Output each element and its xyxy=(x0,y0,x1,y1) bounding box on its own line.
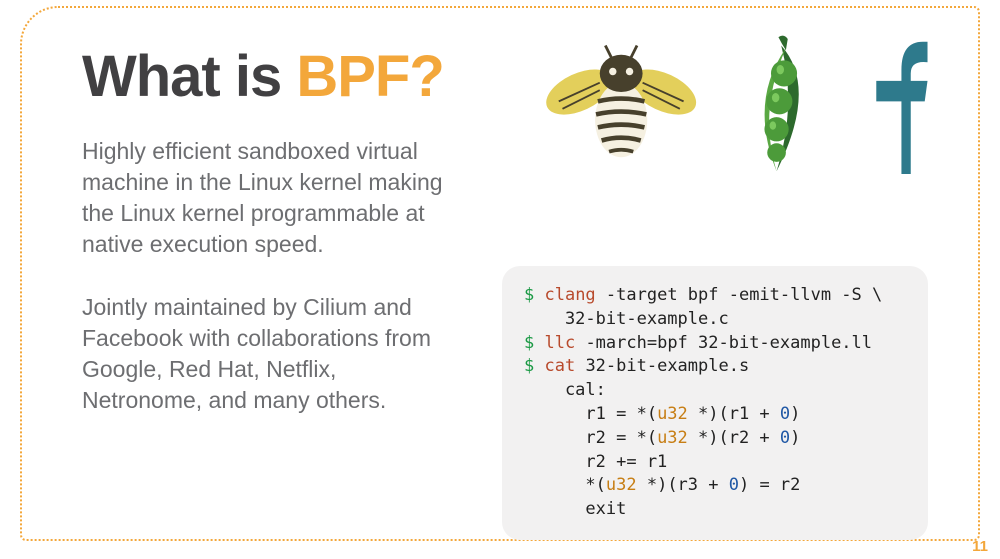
code-prompt: $ xyxy=(524,356,534,376)
code-prompt: $ xyxy=(524,333,534,353)
page-number: 11 xyxy=(972,538,988,555)
peapod-icon xyxy=(730,26,823,186)
code-text: -target bpf -emit-llvm -S \ xyxy=(596,285,883,305)
code-text: *)(r3 + xyxy=(637,475,729,495)
code-cmd: llc xyxy=(534,333,575,353)
code-text: -march=bpf 32-bit-example.ll xyxy=(575,333,872,353)
code-text: *)(r1 + xyxy=(688,404,780,424)
title-accent: BPF? xyxy=(296,44,443,109)
code-type: u32 xyxy=(657,404,688,424)
code-num: 0 xyxy=(780,428,790,448)
text-column: Highly efficient sandboxed virtual machi… xyxy=(82,136,462,540)
code-text: ) xyxy=(790,428,800,448)
code-type: u32 xyxy=(657,428,688,448)
slide-frame: What is BPF? Highly efficient sandboxed … xyxy=(20,6,980,541)
code-num: 0 xyxy=(729,475,739,495)
code-text: 32-bit-example.c xyxy=(524,309,729,329)
facebook-f-icon xyxy=(853,29,928,184)
code-text: ) = r2 xyxy=(739,475,800,495)
code-text: 32-bit-example.s xyxy=(575,356,749,376)
logo-row xyxy=(542,26,928,186)
code-block: $ clang -target bpf -emit-llvm -S \ 32-b… xyxy=(502,266,928,540)
paragraph-1: Highly efficient sandboxed virtual machi… xyxy=(82,136,462,260)
code-text: r1 = *( xyxy=(524,404,657,424)
code-text: r2 = *( xyxy=(524,428,657,448)
code-text: *( xyxy=(524,475,606,495)
code-text: cal: xyxy=(524,380,606,400)
code-type: u32 xyxy=(606,475,637,495)
title-plain: What is xyxy=(82,44,296,109)
code-num: 0 xyxy=(780,404,790,424)
bee-icon xyxy=(542,31,700,181)
code-text: *)(r2 + xyxy=(688,428,780,448)
code-cmd: clang xyxy=(534,285,595,305)
code-prompt: $ xyxy=(524,285,534,305)
code-text: ) xyxy=(790,404,800,424)
right-column: $ clang -target bpf -emit-llvm -S \ 32-b… xyxy=(502,136,928,540)
paragraph-2: Jointly maintained by Cilium and Faceboo… xyxy=(82,292,462,416)
content-columns: Highly efficient sandboxed virtual machi… xyxy=(82,136,928,540)
code-text: r2 += r1 xyxy=(524,452,667,472)
code-text: exit xyxy=(524,499,626,519)
code-cmd: cat xyxy=(534,356,575,376)
